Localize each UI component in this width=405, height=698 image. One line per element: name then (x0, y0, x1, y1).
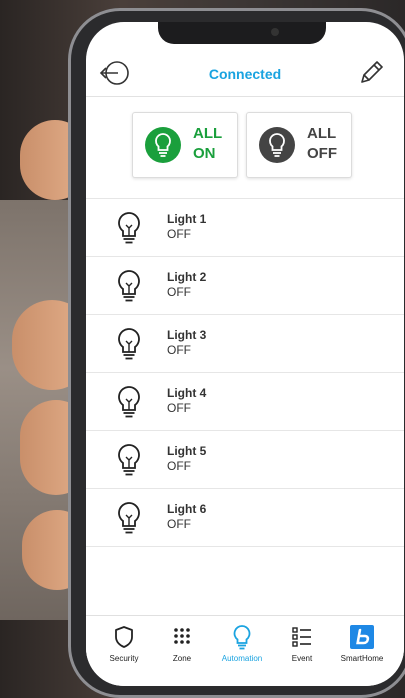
bulb-icon (118, 386, 140, 418)
bulb-icon (233, 625, 251, 650)
light-row[interactable]: Light 4 OFF (86, 372, 404, 430)
light-row[interactable]: Light 2 OFF (86, 256, 404, 314)
list-icon (292, 627, 311, 647)
tab-security[interactable]: Security (92, 624, 156, 680)
bulb-icon (118, 502, 140, 534)
all-on-line2: ON (193, 145, 216, 162)
tab-zone-label: Zone (172, 654, 192, 663)
light-state: OFF (167, 517, 191, 531)
tab-smarthome[interactable]: SmartHome (330, 624, 394, 680)
light-state: OFF (167, 401, 191, 415)
tab-security-label: Security (109, 654, 139, 663)
light-state: OFF (167, 459, 191, 473)
light-row[interactable]: Light 5 OFF (86, 430, 404, 488)
bulb-icon (118, 444, 140, 476)
all-on-button[interactable]: ALL ON (132, 112, 238, 178)
all-on-line1: ALL (193, 125, 223, 142)
light-name: Light 3 (167, 328, 207, 342)
tab-event[interactable]: Event (270, 624, 334, 680)
light-name: Light 5 (167, 444, 207, 458)
bulb-icon (118, 270, 140, 302)
light-row[interactable]: Light 1 OFF (86, 198, 404, 256)
tab-zone[interactable]: Zone (150, 624, 214, 680)
grid-icon (174, 628, 190, 644)
light-state: OFF (167, 227, 191, 241)
app-header: Connected (86, 52, 404, 97)
camera-icon (271, 28, 279, 36)
bulb-off-icon (259, 127, 295, 163)
tab-event-label: Event (291, 654, 313, 663)
phone-notch (158, 22, 326, 44)
light-row[interactable]: Light 6 OFF (86, 488, 404, 547)
bulb-on-icon (145, 127, 181, 163)
all-off-line1: ALL (307, 125, 337, 142)
edit-icon[interactable] (356, 58, 386, 88)
bottom-tab-bar: Security Zone Automation Event SmartHome (86, 615, 404, 686)
bulb-icon (118, 328, 140, 360)
all-off-line2: OFF (307, 145, 337, 162)
light-name: Light 6 (167, 502, 207, 516)
app-screen: Connected ALL ON ALL OFF Light 1 OFF Lig… (86, 22, 404, 686)
light-row[interactable]: Light 3 OFF (86, 314, 404, 372)
light-state: OFF (167, 343, 191, 357)
tab-automation-label: Automation (221, 654, 263, 663)
all-off-button[interactable]: ALL OFF (246, 112, 352, 178)
quick-actions: ALL ON ALL OFF (86, 112, 404, 178)
light-name: Light 2 (167, 270, 207, 284)
smarthome-logo-icon (350, 625, 374, 649)
tab-automation[interactable]: Automation (210, 624, 274, 680)
tab-smarthome-label: SmartHome (340, 654, 384, 663)
shield-icon (115, 626, 133, 648)
light-state: OFF (167, 285, 191, 299)
bulb-icon (118, 212, 140, 244)
light-list: Light 1 OFF Light 2 OFF Light 3 OFF Ligh… (86, 198, 404, 547)
light-name: Light 1 (167, 212, 207, 226)
light-name: Light 4 (167, 386, 207, 400)
